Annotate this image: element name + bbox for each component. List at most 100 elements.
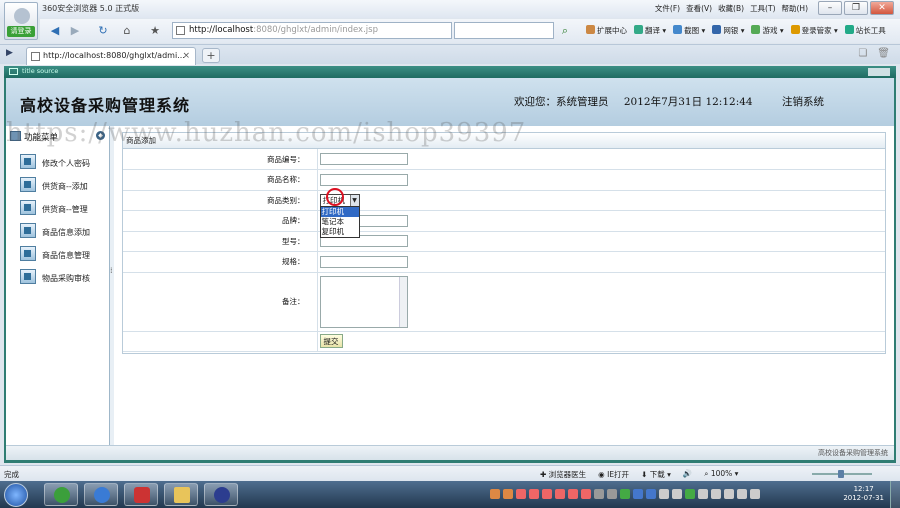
sidebar-item-supplier-add[interactable]: 供货商--添加 bbox=[20, 177, 108, 193]
refresh-icon[interactable]: ↻ bbox=[94, 22, 112, 39]
tray-icon[interactable] bbox=[542, 489, 552, 499]
close-window-button[interactable]: ✕ bbox=[870, 1, 894, 15]
webmaster-tools-button[interactable]: 站长工具 bbox=[844, 25, 886, 36]
tray-icon[interactable] bbox=[737, 489, 747, 499]
sidebar-item-change-password[interactable]: 修改个人密码 bbox=[20, 154, 108, 170]
sidebar-item-label: 物品采购审核 bbox=[42, 274, 90, 283]
sidebar-item-product-manage[interactable]: 商品信息管理 bbox=[20, 246, 108, 262]
tab-list-icon[interactable]: ❏ bbox=[858, 48, 867, 59]
submit-button[interactable]: 提交 bbox=[319, 334, 343, 349]
tray-icon[interactable] bbox=[646, 489, 656, 499]
logout-link[interactable]: 注销系统 bbox=[782, 94, 824, 109]
login-button[interactable]: 请登录 bbox=[7, 26, 35, 37]
download-button[interactable]: ⬇ 下载 ▾ bbox=[641, 469, 671, 480]
tray-icon[interactable] bbox=[568, 489, 578, 499]
tray-icon[interactable] bbox=[529, 489, 539, 499]
frame-controls[interactable] bbox=[868, 68, 890, 76]
tray-icon[interactable] bbox=[724, 489, 734, 499]
status-text: 完成 bbox=[4, 470, 19, 479]
form-row-category: 商品类别： 打印机 ▼ 打印机 笔记本 复印机 bbox=[123, 190, 885, 238]
category-option-laptop[interactable]: 笔记本 bbox=[321, 217, 359, 227]
menu-view[interactable]: 查看(V) bbox=[686, 3, 712, 14]
menu-help[interactable]: 帮助(H) bbox=[782, 3, 809, 14]
show-desktop-button[interactable] bbox=[890, 481, 900, 508]
taskbar-app-red[interactable] bbox=[124, 483, 158, 506]
speaker-icon[interactable]: 🔊 bbox=[683, 469, 692, 480]
document-icon bbox=[20, 200, 36, 215]
tab-active[interactable]: http://localhost:8080/ghglxt/admi... × bbox=[26, 47, 196, 65]
product-code-input[interactable] bbox=[319, 153, 408, 165]
spec-input[interactable] bbox=[319, 255, 408, 268]
browser-user-avatar[interactable]: 请登录 bbox=[4, 2, 38, 40]
menu-splitter[interactable]: ⁞ bbox=[110, 126, 114, 445]
tab-close-icon[interactable]: × bbox=[182, 48, 190, 64]
extensions-button[interactable]: 扩展中心 bbox=[586, 25, 627, 36]
taskbar-360-browser[interactable] bbox=[44, 483, 78, 506]
tray-icon[interactable] bbox=[659, 489, 669, 499]
remark-textarea[interactable] bbox=[319, 275, 408, 328]
back-arrow-icon[interactable]: ◀ bbox=[46, 22, 64, 39]
navigation-bar: ◀ ▶ ↻ ⌂ ★ http://localhost:8080/ghglxt/a… bbox=[40, 19, 900, 43]
home-icon[interactable]: ⌂ bbox=[118, 22, 136, 39]
tray-icon[interactable] bbox=[490, 489, 500, 499]
forward-arrow-icon[interactable]: ▶ bbox=[66, 22, 84, 39]
login-manager-button[interactable]: 登录管家 ▾ bbox=[790, 25, 838, 36]
sidebar-item-supplier-manage[interactable]: 供货商--管理 bbox=[20, 200, 108, 216]
tray-icon[interactable] bbox=[685, 489, 695, 499]
tray-icon[interactable] bbox=[672, 489, 682, 499]
sidebar-toggle-icon[interactable]: ▶ bbox=[6, 48, 13, 58]
tray-icon[interactable] bbox=[620, 489, 630, 499]
taskbar-clock[interactable]: 12:17 2012-07-31 bbox=[843, 485, 884, 503]
zoom-button[interactable]: ⌕ 100% ▾ bbox=[704, 469, 738, 480]
favorite-star-icon[interactable]: ★ bbox=[146, 22, 164, 39]
tray-icon[interactable] bbox=[633, 489, 643, 499]
tray-icon[interactable] bbox=[607, 489, 617, 499]
ie-open-button[interactable]: ◉ IE打开 bbox=[598, 469, 629, 480]
category-option-printer[interactable]: 打印机 bbox=[320, 206, 359, 217]
taskbar-ie[interactable] bbox=[84, 483, 118, 506]
zoom-slider-knob[interactable] bbox=[838, 470, 844, 478]
tray-icon[interactable] bbox=[750, 489, 760, 499]
zoom-slider[interactable] bbox=[812, 470, 872, 478]
tab-title: http://localhost:8080/ghglxt/admi... bbox=[43, 51, 185, 60]
translate-button[interactable]: 翻译 ▾ bbox=[634, 25, 666, 36]
trash-icon[interactable]: 🗑 bbox=[877, 48, 890, 59]
new-tab-button[interactable]: + bbox=[202, 48, 220, 63]
product-name-input[interactable] bbox=[319, 173, 408, 186]
maximize-button[interactable]: ❐ bbox=[844, 1, 868, 15]
tab-favicon-icon bbox=[31, 52, 40, 61]
games-button[interactable]: 游戏 ▾ bbox=[751, 25, 784, 36]
taskbar-explorer[interactable] bbox=[164, 483, 198, 506]
label-category: 商品类别： bbox=[123, 190, 318, 211]
sidebar-item-product-add[interactable]: 商品信息添加 bbox=[20, 223, 108, 239]
label-model: 型号： bbox=[123, 231, 318, 252]
menu-file[interactable]: 文件(F) bbox=[655, 3, 680, 14]
sidebar-item-purchase-review[interactable]: 物品采购审核 bbox=[20, 269, 108, 285]
search-icon[interactable]: ⌕ bbox=[556, 22, 574, 39]
collapse-icon[interactable]: ◆ bbox=[96, 131, 105, 140]
online-bank-button[interactable]: 网银 ▾ bbox=[712, 25, 744, 36]
search-input[interactable] bbox=[454, 22, 554, 39]
start-button[interactable] bbox=[4, 483, 28, 507]
textarea-scrollbar[interactable] bbox=[398, 276, 407, 327]
browser-title: 360安全浏览器 5.0 正式版 bbox=[42, 4, 140, 13]
menu-tools[interactable]: 工具(T) bbox=[750, 3, 775, 14]
browser-doctor-button[interactable]: ✚ 浏览器医生 bbox=[540, 469, 586, 480]
category-option-copier[interactable]: 复印机 bbox=[321, 227, 359, 237]
minimize-button[interactable]: – bbox=[818, 1, 842, 15]
menu-favorites[interactable]: 收藏(B) bbox=[718, 3, 744, 14]
tray-icon[interactable] bbox=[503, 489, 513, 499]
screenshot-button[interactable]: 截图 ▾ bbox=[673, 25, 705, 36]
chevron-down-icon[interactable]: ▼ bbox=[349, 194, 359, 206]
tray-icon[interactable] bbox=[581, 489, 591, 499]
tray-icon[interactable] bbox=[698, 489, 708, 499]
taskbar-eclipse[interactable] bbox=[204, 483, 238, 506]
tray-icon[interactable] bbox=[555, 489, 565, 499]
tray-icon[interactable] bbox=[711, 489, 721, 499]
address-bar[interactable]: http://localhost:8080/ghglxt/admin/index… bbox=[172, 22, 452, 39]
tray-icon[interactable] bbox=[594, 489, 604, 499]
tray-icon[interactable] bbox=[516, 489, 526, 499]
clock-time: 12:17 bbox=[853, 485, 874, 493]
label-remark: 备注： bbox=[123, 272, 318, 332]
window-controls: – ❐ ✕ bbox=[818, 1, 894, 15]
